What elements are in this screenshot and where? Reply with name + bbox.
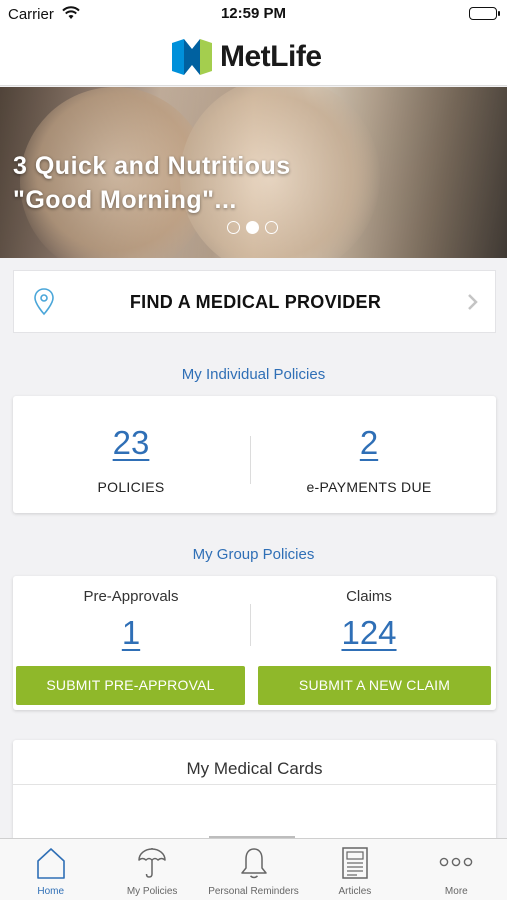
- policies-count-link[interactable]: 23: [113, 424, 150, 462]
- tab-articles[interactable]: Articles: [304, 839, 405, 900]
- preapprovals-count-link[interactable]: 1: [122, 614, 140, 652]
- tab-my-policies[interactable]: My Policies: [101, 839, 202, 900]
- hero-title[interactable]: 3 Quick and Nutritious "Good Morning"...: [13, 149, 343, 217]
- battery-icon: [469, 7, 500, 20]
- status-bar: Carrier 12:59 PM: [0, 0, 507, 30]
- find-medical-provider-button[interactable]: FIND A MEDICAL PROVIDER: [13, 270, 496, 333]
- claims-label: Claims: [346, 588, 392, 605]
- tab-label: Personal Reminders: [208, 886, 299, 897]
- app-header: MetLife: [0, 30, 507, 86]
- group-policies-card: Pre-Approvals 1 Claims 124 SUBMIT PRE-AP…: [13, 576, 496, 710]
- tab-bar: Home My Policies Personal Reminders Arti…: [0, 838, 507, 900]
- policies-label: POLICIES: [97, 479, 165, 495]
- tab-label: More: [444, 886, 468, 897]
- find-provider-label: FIND A MEDICAL PROVIDER: [129, 292, 382, 312]
- tab-personal-reminders[interactable]: Personal Reminders: [203, 839, 304, 900]
- claims-count-link[interactable]: 124: [341, 614, 396, 652]
- medical-cards-panel[interactable]: My Medical Cards: [13, 740, 496, 850]
- carousel-pagination[interactable]: [227, 221, 278, 234]
- individual-policies-heading: My Individual Policies: [181, 366, 326, 383]
- tab-home[interactable]: Home: [0, 839, 101, 900]
- tab-label: Home: [37, 886, 65, 897]
- chevron-right-icon: [467, 293, 479, 316]
- article-icon: [342, 847, 368, 879]
- brand-name: MetLife: [220, 40, 322, 73]
- group-policies-heading: My Group Policies: [192, 546, 315, 563]
- tab-label: Articles: [338, 886, 372, 897]
- metlife-logo: MetLife: [172, 39, 322, 75]
- medical-cards-title: My Medical Cards: [186, 759, 323, 778]
- submit-preapproval-button[interactable]: SUBMIT PRE-APPROVAL: [16, 666, 245, 705]
- status-time: 12:59 PM: [220, 5, 287, 22]
- divider: [13, 784, 496, 785]
- preapprovals-label: Pre-Approvals: [83, 588, 179, 605]
- tab-more[interactable]: More: [406, 839, 507, 900]
- more-icon: [440, 857, 473, 867]
- home-icon: [36, 848, 65, 879]
- payments-due-count-link[interactable]: 2: [360, 424, 378, 462]
- umbrella-icon: [138, 848, 166, 878]
- metlife-logo-icon: [172, 39, 212, 75]
- hero-carousel[interactable]: 3 Quick and Nutritious "Good Morning"...: [0, 87, 507, 258]
- carousel-dot-active[interactable]: [246, 221, 259, 234]
- bell-icon: [240, 848, 267, 879]
- tab-label: My Policies: [126, 886, 178, 897]
- submit-new-claim-button[interactable]: SUBMIT A NEW CLAIM: [258, 666, 491, 705]
- individual-policies-card: 23 POLICIES 2 e-PAYMENTS DUE: [13, 396, 496, 513]
- payments-due-label: e-PAYMENTS DUE: [306, 479, 432, 495]
- carousel-dot[interactable]: [227, 221, 240, 234]
- carousel-dot[interactable]: [265, 221, 278, 234]
